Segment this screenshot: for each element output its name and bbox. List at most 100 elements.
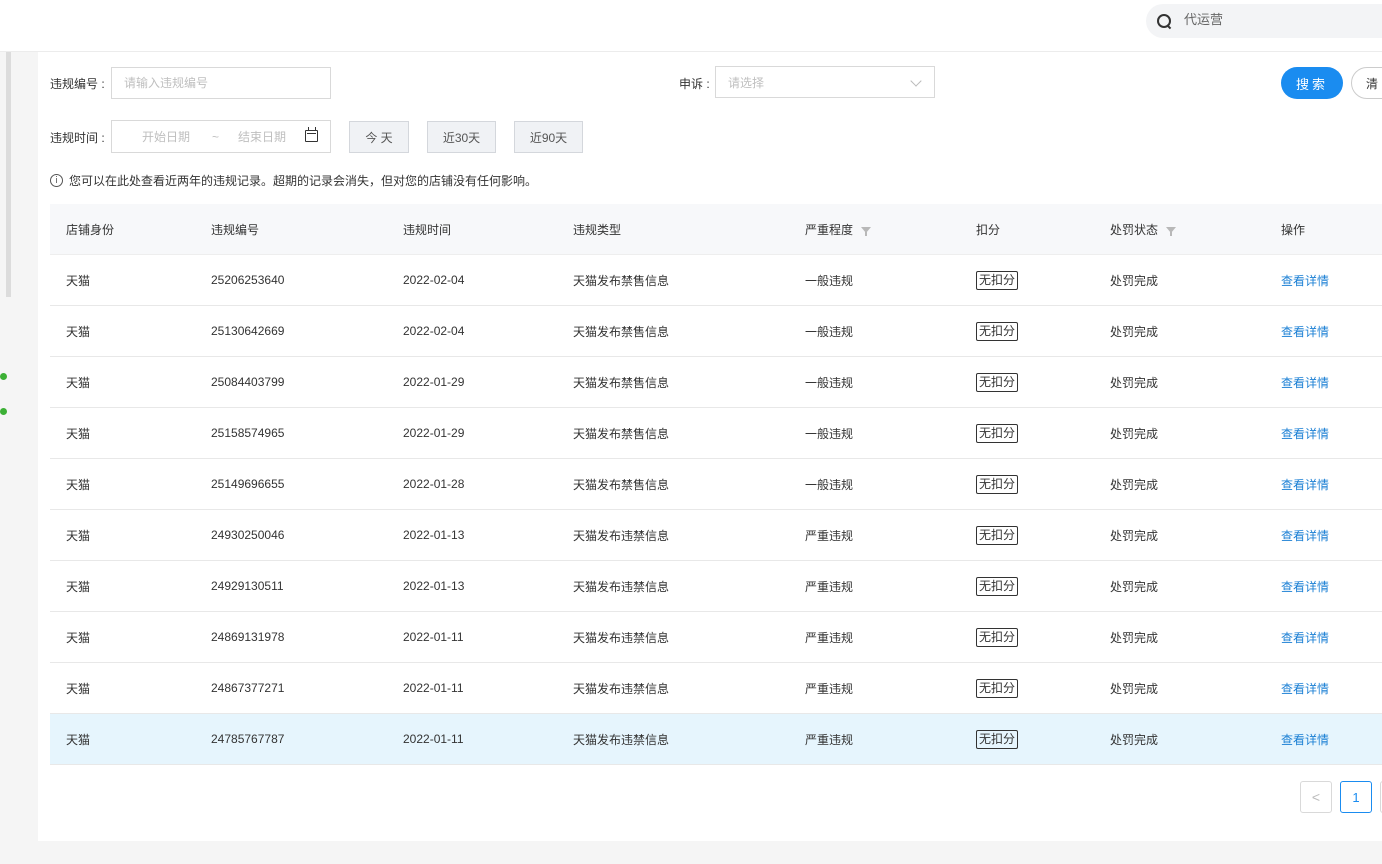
view-details-link[interactable]: 查看详情 xyxy=(1281,272,1329,289)
cell-text: 天猫发布违禁信息 xyxy=(573,630,670,645)
cell-text: 2022-01-13 xyxy=(403,528,465,542)
table-row[interactable]: 天猫 24929130511 2022-01-13 天猫发布违禁信息 严重违规 无扣分 处罚… xyxy=(50,561,1382,612)
cell-violation-type: 天猫发布违禁信息 xyxy=(573,561,669,611)
cell-violation-no: 25149696655 xyxy=(211,459,284,509)
cell-violation-no: 24785767787 xyxy=(211,714,284,764)
column-header-label: 操作 xyxy=(1281,222,1306,237)
cell-text: 处罚完成 xyxy=(1110,579,1159,594)
notice: i 您可以在此处查看近两年的违规记录。超期的记录会消失，但对您的店铺没有任何影响… xyxy=(50,172,537,189)
cell-shop-identity: 天猫 xyxy=(66,612,90,662)
view-details-link[interactable]: 查看详情 xyxy=(1281,323,1329,340)
cell-action[interactable]: 查看详情 xyxy=(1281,714,1329,764)
filter-icon[interactable] xyxy=(1166,227,1177,236)
pagination-prev-button[interactable]: < xyxy=(1300,781,1332,813)
column-header-severity[interactable]: 严重程度 xyxy=(805,204,872,254)
cell-violation-type: 天猫发布禁售信息 xyxy=(573,459,669,509)
view-details-link[interactable]: 查看详情 xyxy=(1281,629,1329,646)
column-header-label: 违规类型 xyxy=(573,222,622,237)
calendar-icon[interactable] xyxy=(305,127,318,142)
cell-text: 2022-01-13 xyxy=(403,579,465,593)
cell-text: 2022-01-29 xyxy=(403,426,465,440)
column-header-label: 违规编号 xyxy=(211,222,260,237)
deduction-tag: 无扣分 xyxy=(976,729,1019,749)
table-row[interactable]: 天猫 24869131978 2022-01-11 天猫发布违禁信息 严重违规 无扣分 处罚… xyxy=(50,612,1382,663)
date-range-picker[interactable]: 开始日期 ~ 结束日期 xyxy=(111,120,331,153)
cell-action[interactable]: 查看详情 xyxy=(1281,561,1329,611)
cell-action[interactable]: 查看详情 xyxy=(1281,612,1329,662)
cell-action[interactable]: 查看详情 xyxy=(1281,663,1329,713)
cell-deduction: 无扣分 xyxy=(976,612,1019,662)
chevron-down-icon xyxy=(910,75,922,87)
view-details-link[interactable]: 查看详情 xyxy=(1281,374,1329,391)
cell-violation-time: 2022-01-11 xyxy=(403,663,464,713)
cell-text: 25206253640 xyxy=(211,273,285,287)
table-row[interactable]: 天猫 24930250046 2022-01-13 天猫发布违禁信息 严重违规 无扣分 处罚… xyxy=(50,510,1382,561)
cell-action[interactable]: 查看详情 xyxy=(1281,306,1329,356)
cell-text: 一般违规 xyxy=(805,477,854,492)
cell-text: 严重违规 xyxy=(805,579,854,594)
cell-action[interactable]: 查看详情 xyxy=(1281,357,1329,407)
cell-text: 2022-01-11 xyxy=(403,732,464,746)
cell-violation-no: 24867377271 xyxy=(211,663,284,713)
table-row[interactable]: 天猫 25206253640 2022-02-04 天猫发布禁售信息 一般违规 无扣分 处罚… xyxy=(50,255,1382,306)
cell-text: 严重违规 xyxy=(805,732,854,747)
table-row[interactable]: 天猫 25149696655 2022-01-28 天猫发布禁售信息 一般违规 无扣分 处罚… xyxy=(50,459,1382,510)
cell-deduction: 无扣分 xyxy=(976,663,1019,713)
cell-violation-type: 天猫发布禁售信息 xyxy=(573,357,669,407)
view-details-link[interactable]: 查看详情 xyxy=(1281,527,1329,544)
cell-deduction: 无扣分 xyxy=(976,408,1019,458)
cell-text: 25158574965 xyxy=(211,426,285,440)
cell-shop-identity: 天猫 xyxy=(66,357,90,407)
table-row[interactable]: 天猫 25084403799 2022-01-29 天猫发布禁售信息 一般违规 无扣分 处罚… xyxy=(50,357,1382,408)
column-header-penalty-status[interactable]: 处罚状态 xyxy=(1110,204,1177,254)
column-header-action: 操作 xyxy=(1281,204,1305,254)
cell-text: 处罚完成 xyxy=(1110,324,1159,339)
deduction-tag: 无扣分 xyxy=(976,321,1019,341)
cell-text: 天猫 xyxy=(66,630,91,645)
cell-violation-time: 2022-01-29 xyxy=(403,408,464,458)
global-search-input[interactable] xyxy=(1184,11,1364,27)
cell-action[interactable]: 查看详情 xyxy=(1281,408,1329,458)
cell-text: 一般违规 xyxy=(805,273,854,288)
cell-severity: 一般违规 xyxy=(805,408,853,458)
violation-no-field[interactable] xyxy=(111,67,331,99)
last-30-days-button[interactable]: 近30天 xyxy=(427,121,496,153)
deduction-tag: 无扣分 xyxy=(976,474,1019,494)
cell-deduction: 无扣分 xyxy=(976,255,1019,305)
view-details-link[interactable]: 查看详情 xyxy=(1281,680,1329,697)
pagination-page-1[interactable]: 1 xyxy=(1340,781,1372,813)
table-row[interactable]: 天猫 25158574965 2022-01-29 天猫发布禁售信息 一般违规 无扣分 处罚… xyxy=(50,408,1382,459)
view-details-link[interactable]: 查看详情 xyxy=(1281,578,1329,595)
deduction-tag: 无扣分 xyxy=(976,372,1019,392)
cell-text: 2022-01-11 xyxy=(403,630,464,644)
cell-text: 天猫发布禁售信息 xyxy=(573,426,670,441)
table-row[interactable]: 天猫 24867377271 2022-01-11 天猫发布违禁信息 严重违规 无扣分 处罚… xyxy=(50,663,1382,714)
view-details-link[interactable]: 查看详情 xyxy=(1281,731,1329,748)
cell-violation-type: 天猫发布违禁信息 xyxy=(573,663,669,713)
last-90-days-button[interactable]: 近90天 xyxy=(514,121,583,153)
bottom-strip xyxy=(11,841,1382,864)
cell-action[interactable]: 查看详情 xyxy=(1281,255,1329,305)
cell-shop-identity: 天猫 xyxy=(66,561,90,611)
cell-violation-type: 天猫发布违禁信息 xyxy=(573,612,669,662)
appeal-select[interactable]: 请选择 xyxy=(715,66,935,98)
cell-severity: 严重违规 xyxy=(805,510,853,560)
clear-button[interactable]: 清 xyxy=(1351,67,1382,99)
table-row[interactable]: 天猫 24785767787 2022-01-11 天猫发布违禁信息 严重违规 无扣分 处罚… xyxy=(50,714,1382,765)
cell-action[interactable]: 查看详情 xyxy=(1281,510,1329,560)
cell-action[interactable]: 查看详情 xyxy=(1281,459,1329,509)
search-button[interactable]: 搜索 xyxy=(1281,67,1343,99)
global-search[interactable] xyxy=(1146,4,1382,38)
violation-no-input[interactable] xyxy=(124,76,330,90)
today-button[interactable]: 今 天 xyxy=(349,121,409,153)
start-date-placeholder[interactable]: 开始日期 xyxy=(142,128,190,145)
cell-text: 严重违规 xyxy=(805,681,854,696)
filter-icon[interactable] xyxy=(861,227,872,236)
deduction-tag: 无扣分 xyxy=(976,525,1019,545)
table-row[interactable]: 天猫 25130642669 2022-02-04 天猫发布禁售信息 一般违规 无扣分 处罚… xyxy=(50,306,1382,357)
cell-text: 天猫 xyxy=(66,375,91,390)
cell-shop-identity: 天猫 xyxy=(66,408,90,458)
view-details-link[interactable]: 查看详情 xyxy=(1281,476,1329,493)
end-date-placeholder[interactable]: 结束日期 xyxy=(238,128,286,145)
view-details-link[interactable]: 查看详情 xyxy=(1281,425,1329,442)
